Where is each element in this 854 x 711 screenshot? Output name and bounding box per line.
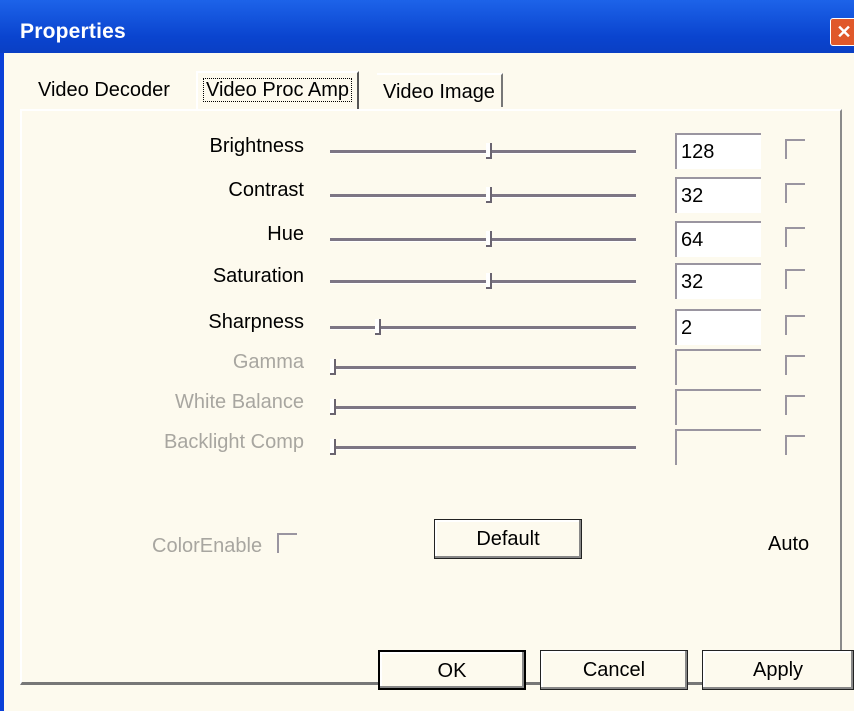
gamma-slider — [330, 366, 636, 370]
contrast-value-field[interactable]: 32 — [675, 177, 761, 213]
saturation-auto-checkbox[interactable] — [785, 269, 805, 289]
gamma-slider-thumb — [330, 359, 336, 375]
backlight-comp-value-field — [675, 429, 761, 465]
color-enable-checkbox[interactable] — [277, 533, 297, 553]
saturation-slider-thumb[interactable] — [486, 273, 492, 289]
hue-value-field[interactable]: 64 — [675, 221, 761, 257]
sharpness-value-field[interactable]: 2 — [675, 309, 761, 345]
saturation-slider[interactable] — [330, 280, 636, 284]
sharpness-slider-thumb[interactable] — [375, 319, 381, 335]
saturation-value-field[interactable]: 32 — [675, 263, 761, 299]
color-enable-label: ColorEnable — [152, 535, 263, 557]
hue-auto-checkbox[interactable] — [785, 227, 805, 247]
sharpness-auto-checkbox[interactable] — [785, 315, 805, 335]
ok-button[interactable]: OK — [378, 650, 526, 690]
backlight-comp-slider-thumb — [330, 439, 336, 455]
brightness-slider-thumb[interactable] — [486, 143, 492, 159]
brightness-value-field[interactable]: 128 — [675, 133, 761, 169]
contrast-slider-thumb[interactable] — [486, 187, 492, 203]
hue-slider-thumb[interactable] — [486, 231, 492, 247]
tab-video-decoder[interactable]: Video Decoder — [38, 73, 170, 107]
hue-slider[interactable] — [330, 238, 636, 242]
backlight-comp-label: Backlight Comp — [163, 431, 304, 453]
saturation-label: Saturation — [212, 265, 304, 287]
white-balance-auto-checkbox — [785, 395, 805, 415]
white-balance-value-field — [675, 389, 761, 425]
title-bar[interactable]: Properties ✕ — [0, 0, 854, 53]
gamma-label: Gamma — [232, 351, 304, 373]
close-icon[interactable]: ✕ — [830, 18, 854, 46]
white-balance-label: White Balance — [175, 391, 304, 413]
tab-video-proc-amp-label: Video Proc Amp — [202, 78, 353, 102]
contrast-label: Contrast — [228, 179, 304, 201]
white-balance-slider-thumb — [330, 399, 336, 415]
gamma-value-field — [675, 349, 761, 385]
contrast-slider[interactable] — [330, 194, 636, 198]
brightness-slider[interactable] — [330, 150, 636, 154]
sharpness-label: Sharpness — [208, 311, 304, 333]
tab-video-image[interactable]: Video Image — [377, 73, 503, 107]
properties-window: Properties ✕ Video Decoder Video Proc Am… — [0, 0, 854, 711]
contrast-auto-checkbox[interactable] — [785, 183, 805, 203]
brightness-auto-checkbox[interactable] — [785, 139, 805, 159]
backlight-comp-auto-checkbox — [785, 435, 805, 455]
backlight-comp-slider — [330, 446, 636, 450]
hue-label: Hue — [267, 223, 304, 245]
apply-button[interactable]: Apply — [702, 650, 854, 690]
white-balance-slider — [330, 406, 636, 410]
gamma-auto-checkbox — [785, 355, 805, 375]
cancel-button[interactable]: Cancel — [540, 650, 688, 690]
window-title: Properties — [20, 20, 126, 43]
dialog-body: Video Decoder Video Proc Amp Video Image… — [4, 53, 854, 711]
default-button[interactable]: Default — [434, 519, 582, 559]
tab-video-proc-amp[interactable]: Video Proc Amp — [196, 71, 360, 109]
auto-column-label: Auto — [768, 533, 810, 555]
brightness-label: Brightness — [209, 135, 305, 157]
